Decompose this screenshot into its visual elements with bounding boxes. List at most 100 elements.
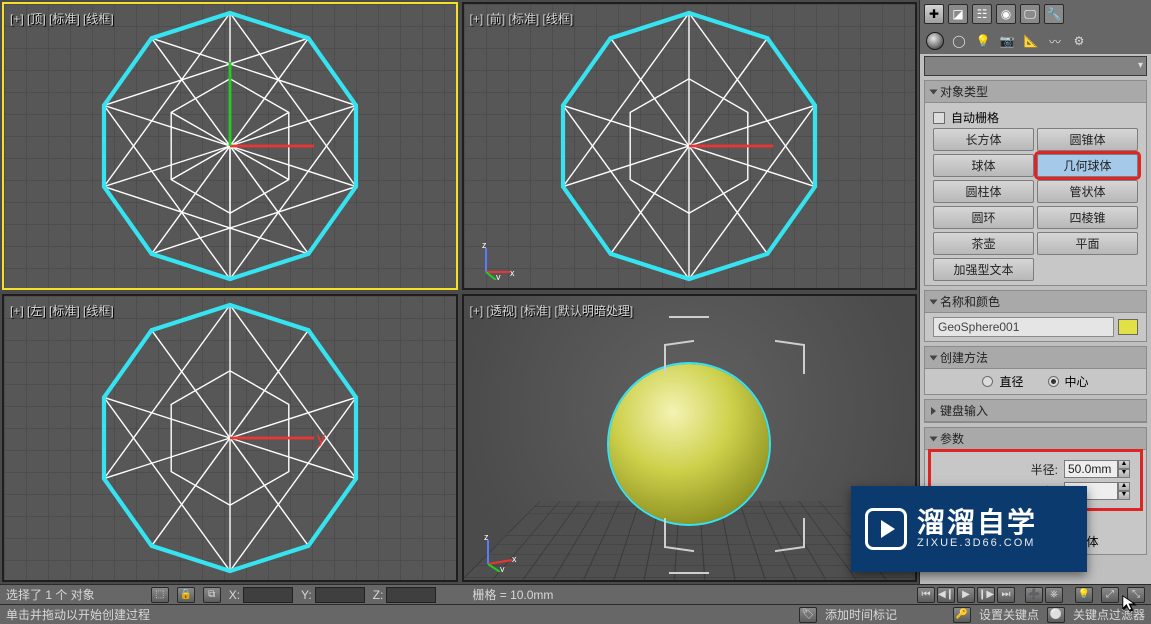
rollout-header[interactable]: 参数	[925, 428, 1146, 450]
z-label: Z:	[373, 588, 384, 602]
primitive-button[interactable]: 平面	[1037, 232, 1138, 255]
logo-text: 溜溜自学	[917, 509, 1037, 537]
add-time-tag[interactable]: 添加时间标记	[825, 606, 897, 623]
rollout-header[interactable]: 对象类型	[925, 81, 1146, 103]
viewport-perspective[interactable]: [+] [透视] [标准] [默认明暗处理] z x y	[462, 294, 918, 582]
time-config-icon[interactable]: ⎈	[1045, 587, 1063, 603]
time-tag-icon[interactable]: 🏷	[799, 607, 817, 623]
selection-bracket-icon	[669, 544, 709, 574]
viewport-left[interactable]: [+] [左] [标准] [线框] y	[2, 294, 458, 582]
primitive-button[interactable]: 圆环	[933, 206, 1034, 229]
svg-text:x: x	[512, 554, 517, 564]
display-tab-icon[interactable]: 🖵	[1020, 4, 1040, 24]
rollout-title: 键盘输入	[940, 402, 988, 419]
key-mode-icon[interactable]: ➕	[1025, 587, 1043, 603]
geometry-icon[interactable]	[926, 32, 944, 50]
z-input[interactable]	[386, 587, 436, 603]
selection-outline	[607, 362, 771, 526]
viewport-top[interactable]: [+] [顶] [标准] [线框]	[2, 2, 458, 290]
cameras-icon[interactable]: 📷	[998, 32, 1016, 50]
x-input[interactable]	[243, 587, 293, 603]
auto-grid-checkbox[interactable]: 自动栅格	[933, 107, 1138, 128]
radius-spinner[interactable]: ▲▼	[1064, 460, 1130, 478]
viewport-front[interactable]: [+] [前] [标准] [线框] z x y	[462, 2, 918, 290]
goto-start-icon[interactable]: ⏮	[917, 587, 935, 603]
object-name-input[interactable]	[933, 317, 1114, 337]
svg-text:z: z	[484, 532, 489, 542]
lock-icon[interactable]: 🔒	[177, 587, 195, 603]
category-dropdown[interactable]: 标准基本体 ▾	[924, 56, 1147, 76]
rollout-title: 名称和颜色	[940, 293, 1000, 310]
spinner-up-icon[interactable]: ▲	[1118, 460, 1130, 469]
primitive-button[interactable]: 加强型文本	[933, 258, 1034, 281]
spinner-down-icon[interactable]: ▼	[1118, 469, 1130, 478]
radio-icon	[1048, 376, 1059, 387]
primitive-button[interactable]: 几何球体	[1037, 154, 1138, 177]
primitive-button[interactable]: 球体	[933, 154, 1034, 177]
isolate-icon[interactable]: 💡	[1075, 587, 1093, 603]
lights-icon[interactable]: 💡	[974, 32, 992, 50]
collapse-icon	[930, 436, 938, 441]
viewport-nav-icon[interactable]: ⤢	[1101, 587, 1119, 603]
rollout-keyboard: 键盘输入	[924, 399, 1147, 423]
key-filter-icon[interactable]: ⚪	[1047, 607, 1065, 623]
radius-input[interactable]	[1064, 460, 1118, 478]
x-label: X:	[229, 588, 240, 602]
utilities-tab-icon[interactable]: 🔧	[1044, 4, 1064, 24]
collapse-icon	[930, 299, 938, 304]
motion-tab-icon[interactable]: ◉	[996, 4, 1016, 24]
transform-type-icon[interactable]: ⧉	[203, 587, 221, 603]
color-swatch[interactable]	[1118, 319, 1138, 335]
rollout-header[interactable]: 键盘输入	[925, 400, 1146, 422]
axis-gizmo-icon: z x y	[478, 532, 518, 572]
systems-icon[interactable]: ⚙	[1070, 32, 1088, 50]
shapes-icon[interactable]: ◯	[950, 32, 968, 50]
rollout-name-color: 名称和颜色	[924, 290, 1147, 342]
goto-end-icon[interactable]: ⏭	[997, 587, 1015, 603]
radio-diameter[interactable]: 直径	[982, 373, 1023, 390]
svg-text:y: y	[317, 429, 326, 448]
primitive-button[interactable]: 圆柱体	[933, 180, 1034, 203]
primitive-button[interactable]: 管状体	[1037, 180, 1138, 203]
collapse-icon	[931, 407, 936, 415]
prompt-text: 单击并拖动以开始创建过程	[6, 606, 150, 623]
helpers-icon[interactable]: 📐	[1022, 32, 1040, 50]
radio-label: 直径	[999, 373, 1023, 390]
auto-grid-label: 自动栅格	[951, 109, 999, 126]
rollout-object-type: 对象类型 自动栅格 长方体圆锥体球体几何球体圆柱体管状体圆环四棱锥茶壶平面加强型…	[924, 80, 1147, 286]
spinner-down-icon[interactable]: ▼	[1118, 491, 1130, 500]
wireframe-geosphere-icon: y	[90, 298, 370, 578]
play-icon[interactable]: ▶	[957, 587, 975, 603]
radius-label: 半径:	[1031, 461, 1058, 478]
y-input[interactable]	[315, 587, 365, 603]
modify-tab-icon[interactable]: ◪	[948, 4, 968, 24]
radio-icon	[982, 376, 993, 387]
set-key-button[interactable]: 🔑	[953, 607, 971, 623]
radio-center[interactable]: 中心	[1048, 373, 1089, 390]
mouse-cursor-icon	[1121, 594, 1139, 612]
rollout-header[interactable]: 创建方法	[925, 347, 1146, 369]
grid-readout: 栅格 = 10.0mm	[472, 586, 553, 603]
svg-text:z: z	[482, 240, 487, 250]
primitive-button[interactable]: 四棱锥	[1037, 206, 1138, 229]
create-tab-icon[interactable]: ✚	[924, 4, 944, 24]
primitive-button[interactable]: 圆锥体	[1037, 128, 1138, 151]
primitive-button[interactable]: 茶壶	[933, 232, 1034, 255]
watermark-logo: 溜溜自学 ZIXUE.3D66.COM	[851, 486, 1087, 572]
selection-status: 选择了 1 个 对象	[6, 586, 95, 603]
next-frame-icon[interactable]: ❙▶	[977, 587, 995, 603]
status-bar: 选择了 1 个 对象 ⬚ 🔒 ⧉ X: Y: Z: 栅格 = 10.0mm ⏮ …	[0, 584, 1151, 604]
prompt-bar: 单击并拖动以开始创建过程 🏷 添加时间标记 🔑 设置关键点 ⚪ 关键点过滤器	[0, 604, 1151, 624]
hierarchy-tab-icon[interactable]: ☷	[972, 4, 992, 24]
y-label: Y:	[301, 588, 312, 602]
selection-bracket-icon	[775, 518, 805, 552]
primitive-button[interactable]: 长方体	[933, 128, 1034, 151]
spinner-up-icon[interactable]: ▲	[1118, 482, 1130, 491]
selection-lock-icon[interactable]: ⬚	[151, 587, 169, 603]
spacewarps-icon[interactable]: 〰	[1046, 32, 1064, 50]
create-category-tabs: ◯ 💡 📷 📐 〰 ⚙	[920, 28, 1151, 54]
rollout-header[interactable]: 名称和颜色	[925, 291, 1146, 313]
collapse-icon	[930, 89, 938, 94]
set-key-label[interactable]: 设置关键点	[979, 606, 1039, 623]
prev-frame-icon[interactable]: ◀❙	[937, 587, 955, 603]
